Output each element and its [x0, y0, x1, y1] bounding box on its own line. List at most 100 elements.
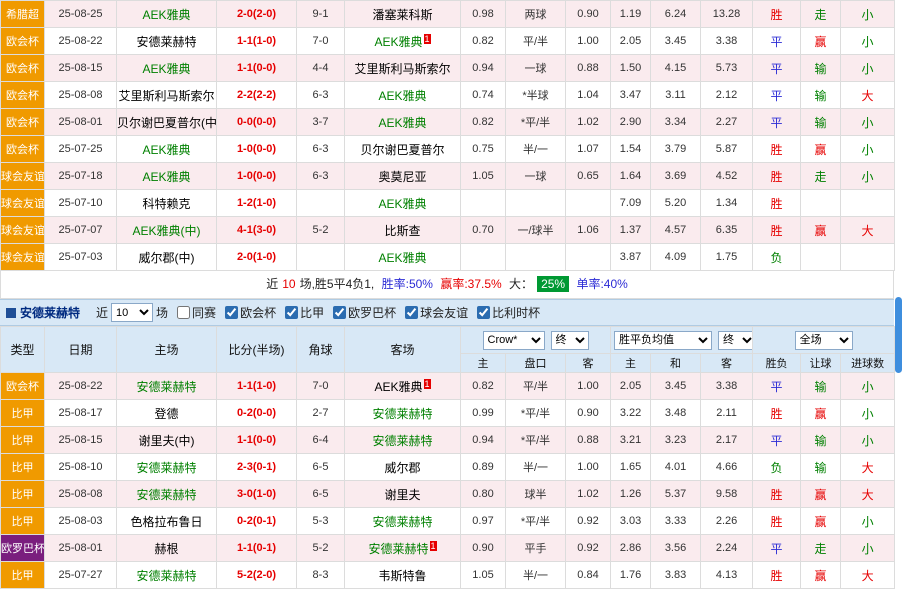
home-team-cell[interactable]: AEK雅典: [117, 55, 217, 82]
handicap-result-cell: 走: [801, 163, 841, 190]
subheader-goals: 进球数: [841, 354, 895, 373]
date-cell: 25-08-25: [45, 1, 117, 28]
home-team-cell[interactable]: 科特赖克: [117, 190, 217, 217]
corner-cell: 8-3: [297, 562, 345, 589]
euro-draw-odds-cell: 3.34: [651, 109, 701, 136]
filter-checkbox-1[interactable]: [177, 306, 190, 319]
away-team-cell[interactable]: AEK雅典: [345, 244, 461, 271]
result-cell: 胜: [753, 136, 801, 163]
filter-checkbox-3[interactable]: [285, 306, 298, 319]
result-cell: 平: [753, 109, 801, 136]
league-cell[interactable]: 比甲: [1, 481, 45, 508]
league-cell[interactable]: 欧罗巴杯: [1, 535, 45, 562]
filter-checkbox-4[interactable]: [333, 306, 346, 319]
away-team-cell[interactable]: 安德莱赫特1: [345, 535, 461, 562]
home-team-cell[interactable]: 安德莱赫特: [117, 28, 217, 55]
euro-home-odds-cell: 2.86: [611, 535, 651, 562]
score-cell: 4-1(3-0): [217, 217, 297, 244]
scrollbar-thumb[interactable]: [895, 297, 902, 373]
home-team-cell[interactable]: 安德莱赫特: [117, 562, 217, 589]
euro-stage-select[interactable]: 终: [718, 331, 753, 350]
table-row: 欧会杯 25-08-08 艾里斯利马斯索尔 2-2(2-2) 6-3 AEK雅典…: [1, 82, 895, 109]
league-cell[interactable]: 欧会杯: [1, 82, 45, 109]
table-row: 比甲 25-07-27 安德莱赫特 5-2(2-0) 8-3 韦斯特鲁 1.05…: [1, 562, 895, 589]
filter-checkbox-2[interactable]: [225, 306, 238, 319]
home-team-cell[interactable]: 安德莱赫特: [117, 481, 217, 508]
asian-away-odds-cell: 0.90: [566, 1, 611, 28]
euro-draw-odds-cell: 4.09: [651, 244, 701, 271]
league-cell[interactable]: 球会友谊: [1, 217, 45, 244]
away-team-cell[interactable]: AEK雅典: [345, 190, 461, 217]
home-team-cell[interactable]: 赫根: [117, 535, 217, 562]
home-team-cell[interactable]: 艾里斯利马斯索尔: [117, 82, 217, 109]
home-team-cell[interactable]: 贝尔谢巴夏普尔(中): [117, 109, 217, 136]
away-team-cell[interactable]: 比斯查: [345, 217, 461, 244]
league-cell[interactable]: 球会友谊: [1, 163, 45, 190]
away-team-cell[interactable]: 艾里斯利马斯索尔: [345, 55, 461, 82]
away-team-cell[interactable]: AEK雅典: [345, 82, 461, 109]
table-row: 球会友谊 25-07-10 科特赖克 1-2(1-0) AEK雅典 7.09 5…: [1, 190, 895, 217]
red-card-badge: 1: [424, 379, 431, 389]
league-cell[interactable]: 欧会杯: [1, 109, 45, 136]
corner-cell: 5-2: [297, 217, 345, 244]
league-cell[interactable]: 球会友谊: [1, 244, 45, 271]
home-team-cell[interactable]: AEK雅典: [117, 1, 217, 28]
table-row: 比甲 25-08-15 谢里夫(中) 1-1(0-0) 6-4 安德莱赫特 0.…: [1, 427, 895, 454]
subheader-euro-home: 主: [611, 354, 651, 373]
league-cell[interactable]: 欧会杯: [1, 28, 45, 55]
goals-result-cell: 大: [841, 82, 895, 109]
filter-checkbox-5[interactable]: [405, 306, 418, 319]
league-cell[interactable]: 比甲: [1, 508, 45, 535]
asian-away-odds-cell: 1.06: [566, 217, 611, 244]
home-team-cell[interactable]: 威尔郡(中): [117, 244, 217, 271]
filter-checkbox-6[interactable]: [477, 306, 490, 319]
away-team-cell[interactable]: AEK雅典: [345, 109, 461, 136]
scope-select[interactable]: 全场: [795, 331, 853, 350]
corner-cell: 6-5: [297, 454, 345, 481]
home-team-cell[interactable]: 色格拉布鲁日: [117, 508, 217, 535]
home-team-cell[interactable]: 谢里夫(中): [117, 427, 217, 454]
header-away: 客场: [345, 327, 461, 373]
league-cell[interactable]: 球会友谊: [1, 190, 45, 217]
asian-stage-select[interactable]: 终: [551, 331, 589, 350]
home-team-cell[interactable]: 登德: [117, 400, 217, 427]
bookmaker-select[interactable]: Crow*: [483, 331, 545, 350]
league-cell[interactable]: 欧会杯: [1, 55, 45, 82]
away-team-cell[interactable]: 韦斯特鲁: [345, 562, 461, 589]
league-cell[interactable]: 欧会杯: [1, 373, 45, 400]
table-row: 欧会杯 25-08-01 贝尔谢巴夏普尔(中) 0-0(0-0) 3-7 AEK…: [1, 109, 895, 136]
recent-count-select[interactable]: 10: [111, 303, 153, 322]
score-cell: 2-3(0-1): [217, 454, 297, 481]
away-team-cell[interactable]: AEK雅典1: [345, 28, 461, 55]
league-cell[interactable]: 欧会杯: [1, 136, 45, 163]
home-team-cell[interactable]: AEK雅典: [117, 163, 217, 190]
away-team-cell[interactable]: 贝尔谢巴夏普尔: [345, 136, 461, 163]
home-team-cell[interactable]: 安德莱赫特: [117, 373, 217, 400]
away-team-cell[interactable]: 谢里夫: [345, 481, 461, 508]
league-cell[interactable]: 比甲: [1, 562, 45, 589]
corner-cell: [297, 244, 345, 271]
away-team-cell[interactable]: 威尔郡: [345, 454, 461, 481]
home-team-cell[interactable]: 安德莱赫特: [117, 454, 217, 481]
home-team-cell[interactable]: AEK雅典(中): [117, 217, 217, 244]
euro-avg-select[interactable]: 胜平负均值: [614, 331, 712, 350]
league-cell[interactable]: 比甲: [1, 427, 45, 454]
recent-label: 近: [96, 304, 108, 321]
header-type: 类型: [1, 327, 45, 373]
league-cell[interactable]: 比甲: [1, 400, 45, 427]
away-team-cell[interactable]: 安德莱赫特: [345, 508, 461, 535]
league-cell[interactable]: 希腊超: [1, 1, 45, 28]
away-team-cell[interactable]: AEK雅典1: [345, 373, 461, 400]
league-cell[interactable]: 比甲: [1, 454, 45, 481]
goals-result-cell: 大: [841, 562, 895, 589]
subheader-euro-draw: 和: [651, 354, 701, 373]
home-team-cell[interactable]: AEK雅典: [117, 136, 217, 163]
date-cell: 25-08-17: [45, 400, 117, 427]
handicap-line-cell: *半球: [506, 82, 566, 109]
away-team-cell[interactable]: 安德莱赫特: [345, 400, 461, 427]
away-team-cell[interactable]: 安德莱赫特: [345, 427, 461, 454]
away-team-cell[interactable]: 奥莫尼亚: [345, 163, 461, 190]
euro-home-odds-cell: 1.65: [611, 454, 651, 481]
away-team-cell[interactable]: 潘塞莱科斯: [345, 1, 461, 28]
aek-history-table: 希腊超 25-08-25 AEK雅典 2-0(2-0) 9-1 潘塞莱科斯 0.…: [0, 0, 895, 271]
